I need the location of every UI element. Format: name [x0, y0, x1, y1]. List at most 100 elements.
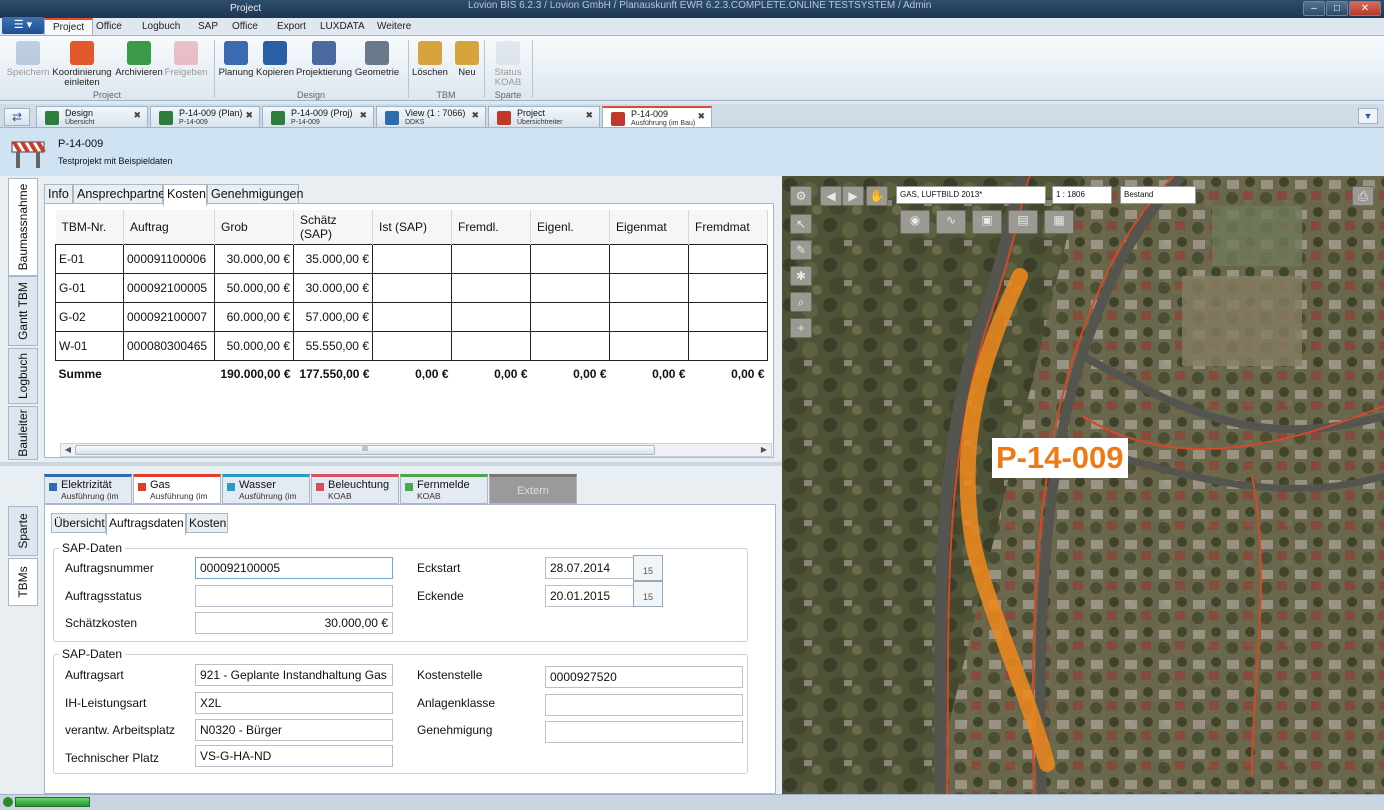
- close-tab-icon[interactable]: ✖: [359, 111, 367, 120]
- division-tab-3[interactable]: WasserAusführung (im Bau): [222, 474, 310, 512]
- table-cell[interactable]: G-01: [55, 273, 124, 303]
- side-tab-3[interactable]: Logbuch: [8, 348, 38, 404]
- app-menu-button[interactable]: ☰ ▾: [2, 17, 44, 34]
- column-header[interactable]: Grob: [214, 210, 294, 245]
- ribbon-tab-2[interactable]: Office: [88, 18, 130, 36]
- end-date-field[interactable]: 20.01.2015: [545, 585, 635, 607]
- table-cell[interactable]: [372, 244, 452, 274]
- order-type-field[interactable]: 921 - Geplante Instandhaltung Gas: [195, 664, 393, 686]
- table-cell[interactable]: 35.000,00 €: [293, 244, 373, 274]
- panel-tab-3[interactable]: Kosten: [163, 184, 207, 206]
- asset-class-field[interactable]: [545, 694, 743, 716]
- table-cell[interactable]: [688, 244, 768, 274]
- scroll-left-icon[interactable]: ◀: [61, 444, 75, 456]
- horizontal-scrollbar[interactable]: ◀ III ▶: [60, 443, 772, 457]
- map-back-icon[interactable]: ◀: [820, 186, 842, 206]
- close-button[interactable]: ✕: [1349, 1, 1381, 16]
- ribbon-tab-8[interactable]: Weitere Funktionen: [369, 18, 434, 50]
- order-number-field[interactable]: 000092100005: [195, 557, 393, 579]
- panel-tab-4[interactable]: Genehmigungen: [207, 184, 303, 204]
- ribbon-button-8[interactable]: Geometrie: [354, 41, 400, 78]
- splitter[interactable]: [0, 462, 782, 466]
- column-header[interactable]: Fremdl.: [451, 210, 531, 245]
- table-cell[interactable]: [609, 244, 689, 274]
- division-tab-2[interactable]: GasAusführung (im Bau): [133, 474, 221, 512]
- side-tab-2[interactable]: Gantt TBM: [8, 276, 38, 346]
- map-zoom-icon[interactable]: ⌕: [790, 292, 812, 312]
- ribbon-button-1[interactable]: Speichern: [6, 41, 50, 78]
- map-settings-icon[interactable]: ⚙: [790, 186, 812, 206]
- doc-tab-2[interactable]: P-14-009 (Plan) P-14-009 ✖: [150, 106, 260, 128]
- permit-field[interactable]: [545, 721, 743, 743]
- detail-tab-1[interactable]: Übersicht: [51, 513, 106, 533]
- end-date-calendar-icon[interactable]: 15: [633, 581, 663, 607]
- close-tab-icon[interactable]: ✖: [133, 111, 141, 120]
- cost-center-field[interactable]: 0000927520: [545, 666, 743, 688]
- table-cell[interactable]: [451, 302, 531, 332]
- table-cell[interactable]: 000092100005: [123, 273, 215, 303]
- ribbon-tab-5[interactable]: Office: [224, 18, 266, 36]
- tab-menu-icon[interactable]: ⇄: [4, 108, 30, 126]
- ribbon-tab-6[interactable]: Export: [269, 18, 314, 36]
- table-row[interactable]: E-01 000091100006 30.000,00 €35.000,00 €: [55, 244, 768, 274]
- map-select-icon[interactable]: ↖: [790, 214, 812, 234]
- map-forward-icon[interactable]: ▶: [842, 186, 864, 206]
- table-cell[interactable]: [530, 331, 610, 361]
- table-cell[interactable]: [530, 302, 610, 332]
- column-header[interactable]: Schätz (SAP): [293, 210, 373, 245]
- start-date-calendar-icon[interactable]: 15: [633, 555, 663, 581]
- map-info-icon[interactable]: ✱: [790, 266, 812, 286]
- table-cell[interactable]: E-01: [55, 244, 124, 274]
- service-type-field[interactable]: X2L: [195, 692, 393, 714]
- start-date-field[interactable]: 28.07.2014: [545, 557, 635, 579]
- scroll-right-icon[interactable]: ▶: [757, 444, 771, 456]
- sparte-side-tab-2[interactable]: TBMs: [8, 558, 38, 606]
- table-cell[interactable]: [372, 331, 452, 361]
- division-tab-1[interactable]: ElektrizitätAusführung (im Bau): [44, 474, 132, 512]
- division-tab-4[interactable]: Beleuchtung KOAB: [311, 474, 399, 504]
- column-header[interactable]: Ist (SAP): [372, 210, 452, 245]
- table-cell[interactable]: [688, 273, 768, 303]
- close-tab-icon[interactable]: ✖: [245, 111, 253, 120]
- table-cell[interactable]: G-02: [55, 302, 124, 332]
- map-tool-2-icon[interactable]: ∿: [936, 210, 966, 234]
- close-tab-icon[interactable]: ✖: [697, 112, 705, 121]
- map-scale-field[interactable]: 1 : 1806: [1052, 186, 1112, 204]
- column-header[interactable]: TBM-Nr.: [55, 210, 124, 245]
- ribbon-button-2[interactable]: Koordinierung einleiten: [52, 41, 112, 88]
- table-cell[interactable]: [530, 244, 610, 274]
- table-cell[interactable]: 50.000,00 €: [214, 331, 294, 361]
- table-cell[interactable]: [372, 273, 452, 303]
- scroll-thumb[interactable]: III: [75, 445, 655, 455]
- table-cell[interactable]: 50.000,00 €: [214, 273, 294, 303]
- detail-tab-3[interactable]: Kosten: [186, 513, 228, 533]
- ribbon-button-9[interactable]: Löschen: [412, 41, 448, 78]
- map-state-field[interactable]: Bestand: [1120, 186, 1196, 204]
- table-cell[interactable]: [688, 331, 768, 361]
- table-cell[interactable]: 55.550,00 €: [293, 331, 373, 361]
- column-header[interactable]: Auftrag: [123, 210, 215, 245]
- close-tab-icon[interactable]: ✖: [471, 111, 479, 120]
- table-cell[interactable]: 000080300465: [123, 331, 215, 361]
- doc-tab-3[interactable]: P-14-009 (Proj) P-14-009 ✖: [262, 106, 374, 128]
- tab-list-dropdown-icon[interactable]: ▼: [1358, 108, 1378, 124]
- division-tab-5[interactable]: Fernmelde KOAB: [400, 474, 488, 504]
- ribbon-tab-7[interactable]: LUXDATA: [312, 18, 373, 36]
- estimated-cost-field[interactable]: 30.000,00 €: [195, 612, 393, 634]
- ribbon-button-3[interactable]: Archivieren: [114, 41, 164, 78]
- table-cell[interactable]: [609, 302, 689, 332]
- ribbon-button-7[interactable]: Projektierung: [296, 41, 352, 78]
- doc-tab-5[interactable]: Project Übersichtreiter ✖: [488, 106, 600, 128]
- table-cell[interactable]: [451, 331, 531, 361]
- table-row[interactable]: G-02 000092100007 60.000,00 €57.000,00 €: [55, 302, 768, 332]
- panel-tab-2[interactable]: Ansprechpartner: [73, 184, 169, 204]
- ribbon-button-10[interactable]: Neu: [452, 41, 482, 78]
- map-export-icon[interactable]: ⎙: [1352, 186, 1374, 206]
- close-tab-icon[interactable]: ✖: [585, 111, 593, 120]
- doc-tab-4[interactable]: View (1 : 7066) DDKS ✖: [376, 106, 486, 128]
- doc-tab-1[interactable]: Design Übersicht ✖: [36, 106, 148, 128]
- table-cell[interactable]: [451, 273, 531, 303]
- table-row[interactable]: G-01 000092100005 50.000,00 €30.000,00 €: [55, 273, 768, 303]
- map-view[interactable]: P-14-009 ⚙ ◀ ▶ ✋ GAS, LUFTBILD 2013* 1 :…: [782, 176, 1384, 794]
- table-cell[interactable]: 57.000,00 €: [293, 302, 373, 332]
